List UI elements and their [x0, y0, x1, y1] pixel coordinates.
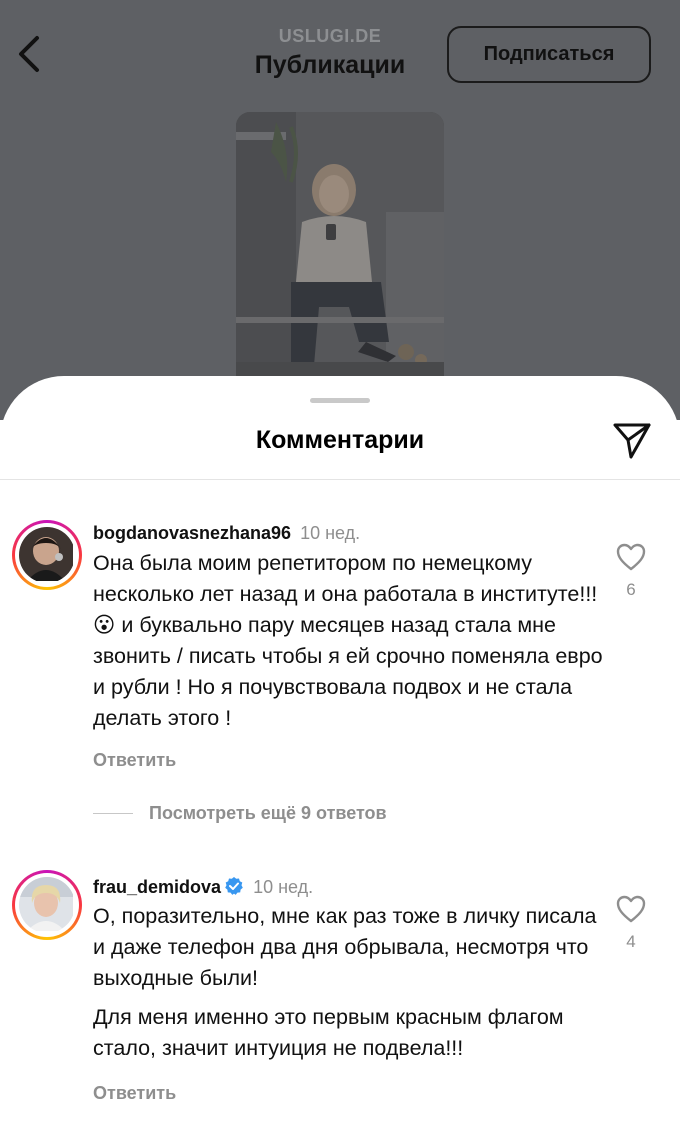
comment-username[interactable]: frau_demidova: [93, 877, 221, 897]
comment-text: Она была моим репетитором по немецкому н…: [93, 548, 613, 734]
comment-paragraph: Она была моим репетитором по немецкому н…: [93, 551, 603, 730]
chevron-left-icon: [19, 36, 39, 72]
view-more-replies[interactable]: Посмотреть ещё 9 ответов: [93, 798, 493, 828]
top-bar: USLUGI.DE Публикации Подписаться: [0, 0, 680, 95]
reply-button[interactable]: Ответить: [93, 1083, 176, 1104]
like-count: 4: [626, 932, 636, 951]
page-title: Публикации: [254, 51, 406, 79]
reply-button[interactable]: Ответить: [93, 750, 176, 771]
comment-paragraph: О, поразительно, мне как раз тоже в личк…: [93, 904, 597, 990]
avatar-image: [19, 877, 73, 931]
view-more-replies-label: Посмотреть ещё 9 ответов: [149, 802, 387, 823]
post-photo-image: [236, 112, 444, 402]
account-name[interactable]: USLUGI.DE: [220, 26, 440, 47]
comment-text: О, поразительно, мне как раз тоже в личк…: [93, 901, 613, 1064]
post-photo[interactable]: [236, 112, 444, 402]
back-button[interactable]: [12, 34, 46, 74]
paper-plane-icon: [613, 423, 651, 459]
header-titles: USLUGI.DE Публикации: [220, 26, 440, 80]
like-button[interactable]: 6: [612, 543, 650, 600]
comment-paragraph: Для меня именно это первым красным флаго…: [93, 1005, 564, 1060]
verified-badge-icon: [224, 876, 244, 901]
sheet-grabber[interactable]: [310, 398, 370, 403]
comment-meta: frau_demidova 10 нед.: [93, 876, 313, 901]
avatar[interactable]: [12, 520, 82, 590]
subscribe-button[interactable]: Подписаться: [447, 26, 651, 83]
comment-meta: bogdanovasnezhana96 10 нед.: [93, 523, 360, 544]
comment-username[interactable]: bogdanovasnezhana96: [93, 523, 291, 543]
share-button[interactable]: [611, 419, 653, 461]
comments-sheet: Комментарии bogdanovasnezhana96 10 нед. …: [0, 376, 680, 1127]
heart-outline-icon: [616, 895, 646, 923]
avatar-image: [19, 527, 73, 581]
avatar[interactable]: [12, 870, 82, 940]
sheet-title: Комментарии: [255, 426, 425, 454]
heart-outline-icon: [616, 543, 646, 571]
sheet-divider: [0, 479, 680, 480]
like-count: 6: [626, 580, 636, 599]
like-button[interactable]: 4: [612, 895, 650, 952]
comment-time: 10 нед.: [253, 877, 314, 897]
comment-time: 10 нед.: [300, 523, 361, 543]
replies-divider: [93, 812, 133, 814]
